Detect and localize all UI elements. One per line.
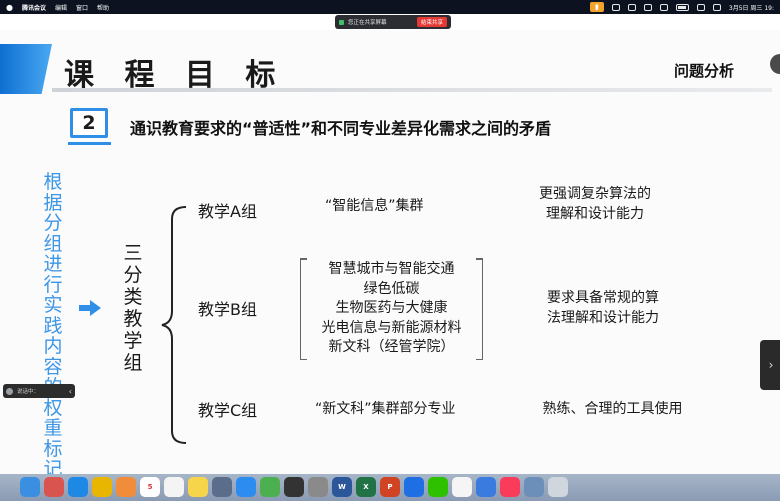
group-b-description-line: 法理解和设计能力 xyxy=(547,310,659,326)
left-vertical-char: 分 xyxy=(43,212,63,234)
left-vertical-char: 记 xyxy=(43,458,63,474)
group-b-description: 要求具备常规的算 法理解和设计能力 xyxy=(528,288,678,328)
group-c-cluster: “新文科”集群部分专业 xyxy=(315,401,456,417)
group-c-description-line: 熟练、合理的工具使用 xyxy=(542,401,683,417)
wechat-icon[interactable] xyxy=(428,477,448,497)
files-icon[interactable] xyxy=(212,477,232,497)
menu-clock[interactable]: 3月5日 周三 19: xyxy=(729,3,774,12)
microphone-icon xyxy=(6,387,13,395)
search-icon[interactable] xyxy=(696,3,705,11)
left-vertical-char: 践 xyxy=(43,314,63,337)
left-vertical-char: 进 xyxy=(43,253,63,275)
edge-decoration xyxy=(770,54,780,74)
group-a-description-line: 理解和设计能力 xyxy=(546,206,644,222)
mail-icon[interactable] xyxy=(476,477,496,497)
group-b-description-line: 要求具备常规的算 xyxy=(547,290,659,306)
group-c-description: 熟练、合理的工具使用 xyxy=(525,399,700,419)
calculator-icon[interactable] xyxy=(284,477,304,497)
calendar-icon[interactable]: 5 xyxy=(140,477,160,497)
control-center-icon[interactable] xyxy=(712,3,721,11)
left-vertical-char: 实 xyxy=(43,294,63,316)
powerpoint-icon[interactable]: P xyxy=(380,477,400,497)
recording-indicator-icon[interactable]: ▮ xyxy=(589,2,604,12)
point-number: 2 xyxy=(70,108,108,138)
group-b-label: 教学B组 xyxy=(198,300,257,319)
slide-next-chevron-icon[interactable]: › xyxy=(760,340,780,390)
left-vertical-char: 标 xyxy=(43,437,63,460)
apple-icon[interactable]: ● xyxy=(6,3,13,12)
appstore-icon[interactable] xyxy=(236,477,256,497)
chevron-left-icon[interactable]: ‹ xyxy=(69,387,72,396)
music-icon[interactable] xyxy=(500,477,520,497)
meeting-icon[interactable] xyxy=(404,477,424,497)
share-status-icon xyxy=(339,19,344,25)
cluster-item: 光电信息与新能源材料 xyxy=(321,319,462,336)
qq-icon[interactable] xyxy=(452,477,472,497)
center-vertical-text: 三分类教学组 xyxy=(120,242,146,374)
finder-icon[interactable] xyxy=(20,477,40,497)
notes-icon[interactable] xyxy=(188,477,208,497)
center-vertical-char: 学 xyxy=(123,330,143,352)
screen-share-banner: 您正在共享屏幕 结束共享 xyxy=(335,15,451,29)
center-vertical-char: 分 xyxy=(123,264,143,286)
group-b-cluster-list: 智慧城市与智能交通 绿色低碳 生物医药与大健康 光电信息与新能源材料 新文科（经… xyxy=(300,258,483,360)
share-status-text: 您正在共享屏幕 xyxy=(348,20,387,26)
menu-bar: ● 腾讯会议 编辑 窗口 帮助 ▮ 3月5日 周三 19: xyxy=(0,0,780,14)
title-divider xyxy=(52,88,772,92)
group-a-description: 更强调复杂算法的 理解和设计能力 xyxy=(520,184,670,224)
reminders-icon[interactable] xyxy=(164,477,184,497)
left-vertical-char: 行 xyxy=(43,273,63,296)
presentation-slide: 课 程 目 标 问题分析 2 通识教育要求的“普适性”和不同专业差异化需求之间的… xyxy=(0,30,780,474)
wifi-icon[interactable] xyxy=(659,3,668,11)
group-a-label: 教学A组 xyxy=(198,202,257,221)
left-vertical-char: 根 xyxy=(43,171,63,193)
cluster-item: 绿色低碳 xyxy=(363,280,420,297)
group-brace xyxy=(161,206,187,444)
control-icon[interactable] xyxy=(627,3,636,11)
title-accent-band xyxy=(0,44,52,94)
left-vertical-char: 组 xyxy=(43,232,63,255)
cluster-item: 生物医药与大健康 xyxy=(335,300,448,316)
menu-help[interactable]: 帮助 xyxy=(97,3,109,12)
menu-app-name[interactable]: 腾讯会议 xyxy=(22,3,46,12)
speaking-text: 说话中： xyxy=(17,389,40,395)
left-vertical-char: 容 xyxy=(43,355,63,378)
arrow-right-icon xyxy=(79,300,101,316)
maps-icon[interactable] xyxy=(260,477,280,497)
left-vertical-char: 重 xyxy=(43,417,63,439)
cloud-icon[interactable] xyxy=(611,3,620,11)
safari-icon[interactable] xyxy=(68,477,88,497)
left-vertical-char: 内 xyxy=(43,335,63,357)
center-vertical-char: 组 xyxy=(123,352,143,374)
launchpad-icon[interactable] xyxy=(44,477,64,497)
excel-icon[interactable]: X xyxy=(356,477,376,497)
left-vertical-text: 根据分组进行实践内容的权重标记 xyxy=(40,172,66,474)
menu-edit[interactable]: 编辑 xyxy=(55,3,67,12)
speaking-indicator[interactable]: 说话中： ‹ xyxy=(3,384,75,398)
chrome-icon[interactable] xyxy=(92,477,112,497)
cluster-item: 新文科（经管学院） xyxy=(328,339,455,355)
cluster-item: 智慧城市与智能交通 xyxy=(328,261,455,277)
slide-heading: 通识教育要求的“普适性”和不同专业差异化需求之间的矛盾 xyxy=(130,119,552,138)
section-label: 问题分析 xyxy=(674,62,735,80)
dock: 5 WXP xyxy=(0,474,780,501)
left-vertical-char: 权 xyxy=(43,396,63,419)
left-vertical-char: 据 xyxy=(43,191,63,214)
stop-share-button[interactable]: 结束共享 xyxy=(416,17,447,27)
menu-window[interactable]: 窗口 xyxy=(76,3,88,12)
preview-icon[interactable] xyxy=(524,477,544,497)
group-a-description-line: 更强调复杂算法的 xyxy=(539,186,651,202)
center-vertical-char: 三 xyxy=(123,242,143,264)
point-number-underline xyxy=(68,142,111,145)
battery-icon[interactable] xyxy=(675,3,689,11)
group-a-cluster: “智能信息”集群 xyxy=(325,198,424,214)
group-c-label: 教学C组 xyxy=(198,401,258,420)
center-vertical-char: 类 xyxy=(123,286,143,308)
bluetooth-icon[interactable] xyxy=(643,3,652,11)
photos-icon[interactable] xyxy=(116,477,136,497)
settings-icon[interactable] xyxy=(308,477,328,497)
center-vertical-char: 教 xyxy=(123,308,143,330)
word-icon[interactable]: W xyxy=(332,477,352,497)
trash-icon[interactable] xyxy=(548,477,568,497)
